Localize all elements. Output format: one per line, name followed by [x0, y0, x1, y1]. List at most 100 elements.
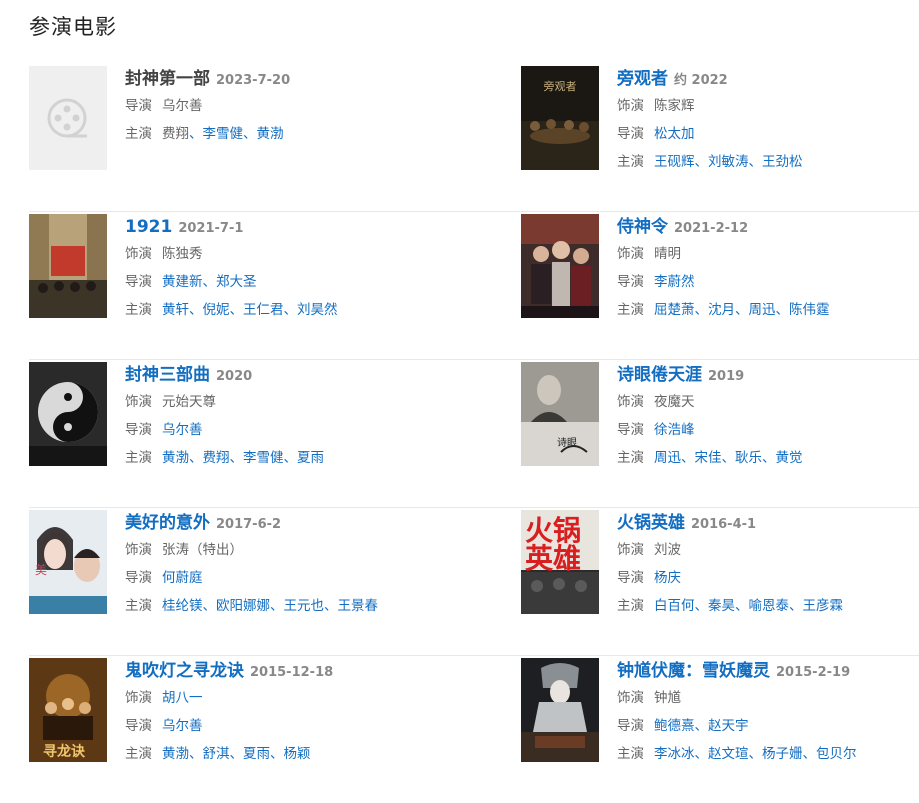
person-link[interactable]: 杨颖	[284, 746, 311, 762]
person-link[interactable]: 王砚辉	[654, 154, 695, 170]
person-link[interactable]: 郑大圣	[216, 274, 257, 290]
film-credit-line: 导演 松太加	[617, 120, 917, 148]
person-link[interactable]: 赵文瑄	[708, 746, 749, 762]
film-title[interactable]: 侍神令	[617, 217, 668, 237]
person-name: 乌尔善	[162, 98, 203, 114]
credit-label: 主演	[125, 746, 152, 762]
name-separator: 、	[189, 302, 203, 318]
film-title-line: 封神三部曲 2020	[125, 362, 425, 388]
person-link[interactable]: 杨子姗	[762, 746, 803, 762]
person-link[interactable]: 赵天宇	[708, 718, 749, 734]
film-poster[interactable]: 美	[29, 510, 107, 614]
film-credit-line: 主演 费翔、李雪健、黄渤	[125, 120, 425, 148]
film-credit-line: 饰演 晴明	[617, 240, 917, 268]
film-title[interactable]: 鬼吹灯之寻龙诀	[125, 661, 244, 681]
film-reel-placeholder-icon[interactable]	[29, 66, 107, 170]
person-link[interactable]: 王元也	[284, 598, 325, 614]
film-poster[interactable]	[29, 362, 107, 466]
name-separator: 、	[229, 746, 244, 762]
person-link[interactable]: 黄建新	[162, 274, 203, 290]
svg-text:英雄: 英雄	[525, 542, 581, 575]
film-title[interactable]: 钟馗伏魔：雪妖魔灵	[617, 661, 770, 681]
person-name: 张涛（特出）	[162, 542, 243, 558]
person-link[interactable]: 包贝尔	[816, 746, 857, 762]
film-title-line: 旁观者约 2022	[617, 66, 917, 92]
person-name: 钟馗	[654, 690, 681, 706]
film-credit-line: 导演 何蔚庭	[125, 564, 425, 592]
film-title[interactable]: 火锅英雄	[617, 513, 685, 533]
film-poster[interactable]: 旁观者	[521, 66, 599, 170]
credit-label: 饰演	[617, 394, 644, 410]
person-name: 元始天尊	[162, 394, 216, 410]
film-card: 1921 2021-7-1 饰演 陈独秀 导演 黄建新、郑大圣 主演 黄轩、倪妮、王仁君、刘昊…	[29, 212, 427, 332]
person-link[interactable]: 倪妮	[203, 302, 230, 318]
person-link[interactable]: 刘敏涛	[708, 154, 749, 170]
person-link[interactable]: 欧阳娜娜	[216, 598, 270, 614]
film-poster[interactable]	[521, 214, 599, 318]
person-link[interactable]: 屈楚萧	[654, 302, 695, 318]
person-link[interactable]: 王劲松	[762, 154, 803, 170]
person-link[interactable]: 宋佳	[695, 450, 722, 466]
person-link[interactable]: 李雪健	[203, 126, 244, 142]
film-info: 1921 2021-7-1 饰演 陈独秀 导演 黄建新、郑大圣 主演 黄轩、倪妮、王仁君、刘昊…	[125, 214, 425, 324]
person-link[interactable]: 李冰冰	[654, 746, 695, 762]
name-separator: 、	[694, 718, 709, 734]
person-link[interactable]: 费翔	[203, 450, 230, 466]
person-link[interactable]: 舒淇	[203, 746, 230, 762]
person-link[interactable]: 李蔚然	[654, 274, 695, 290]
film-title[interactable]: 美好的意外	[125, 513, 210, 533]
film-title[interactable]: 封神三部曲	[125, 365, 210, 385]
film-credit-line: 导演 鲍德熹、赵天宇	[617, 712, 917, 740]
person-link[interactable]: 夏雨	[297, 450, 324, 466]
film-credit-line: 饰演 刘波	[617, 536, 917, 564]
person-link[interactable]: 陈伟霆	[789, 302, 830, 318]
filmography-page: 参演电影 封神第一部 2023-7-20 导演 乌尔善 主演 费翔、李雪健、黄渤 旁观者旁…	[0, 0, 919, 785]
film-info: 侍神令 2021-2-12 饰演 晴明 导演 李蔚然 主演 屈楚萧、沈月、周迅、陈伟霆	[617, 214, 917, 324]
film-credit-line: 饰演 胡八一	[125, 684, 425, 712]
person-link[interactable]: 沈月	[708, 302, 735, 318]
film-poster[interactable]	[29, 214, 107, 318]
person-link[interactable]: 秦昊	[708, 598, 735, 614]
name-separator: 、	[775, 302, 790, 318]
film-poster[interactable]: 寻龙诀	[29, 658, 107, 762]
person-link[interactable]: 黄渤	[162, 450, 189, 466]
person-link[interactable]: 徐浩峰	[654, 422, 695, 438]
person-link[interactable]: 王彦霖	[803, 598, 844, 614]
person-link[interactable]: 乌尔善	[162, 718, 203, 734]
person-link[interactable]: 胡八一	[162, 690, 203, 706]
person-link[interactable]: 桂纶镁	[162, 598, 203, 614]
person-link[interactable]: 黄轩	[162, 302, 189, 318]
film-title[interactable]: 诗眼倦天涯	[617, 365, 702, 385]
name-separator: 、	[229, 302, 244, 318]
person-link[interactable]: 喻恩泰	[749, 598, 790, 614]
film-poster[interactable]: 诗眼	[521, 362, 599, 466]
person-link[interactable]: 鲍德熹	[654, 718, 695, 734]
person-link[interactable]: 夏雨	[243, 746, 270, 762]
person-link[interactable]: 松太加	[654, 126, 695, 142]
person-link[interactable]: 周迅	[654, 450, 681, 466]
person-link[interactable]: 李雪健	[243, 450, 284, 466]
person-link[interactable]: 刘昊然	[297, 302, 338, 318]
film-title[interactable]: 1921	[125, 217, 172, 237]
person-link[interactable]: 白百何	[654, 598, 695, 614]
section-title: 参演电影	[29, 15, 117, 39]
person-link[interactable]: 黄渤	[257, 126, 284, 142]
person-link[interactable]: 王景春	[338, 598, 379, 614]
person-link[interactable]: 耿乐	[735, 450, 762, 466]
credit-label: 主演	[125, 126, 152, 142]
person-link[interactable]: 乌尔善	[162, 422, 203, 438]
person-link[interactable]: 王仁君	[243, 302, 284, 318]
film-title[interactable]: 旁观者	[617, 69, 668, 89]
person-link[interactable]: 黄渤	[162, 746, 189, 762]
person-link[interactable]: 何蔚庭	[162, 570, 203, 586]
film-poster[interactable]	[521, 658, 599, 762]
name-separator: 、	[189, 126, 203, 142]
person-link[interactable]: 周迅	[749, 302, 776, 318]
film-release-date: 2023-7-20	[216, 73, 291, 88]
film-credit-line: 主演 黄渤、舒淇、夏雨、杨颖	[125, 740, 425, 768]
person-link[interactable]: 杨庆	[654, 570, 681, 586]
film-credit-line: 饰演 陈独秀	[125, 240, 425, 268]
film-info: 旁观者约 2022 饰演 陈家辉 导演 松太加 主演 王砚辉、刘敏涛、王劲松	[617, 66, 917, 176]
person-link[interactable]: 黄觉	[776, 450, 803, 466]
film-poster[interactable]: 火锅 英雄	[521, 510, 599, 614]
